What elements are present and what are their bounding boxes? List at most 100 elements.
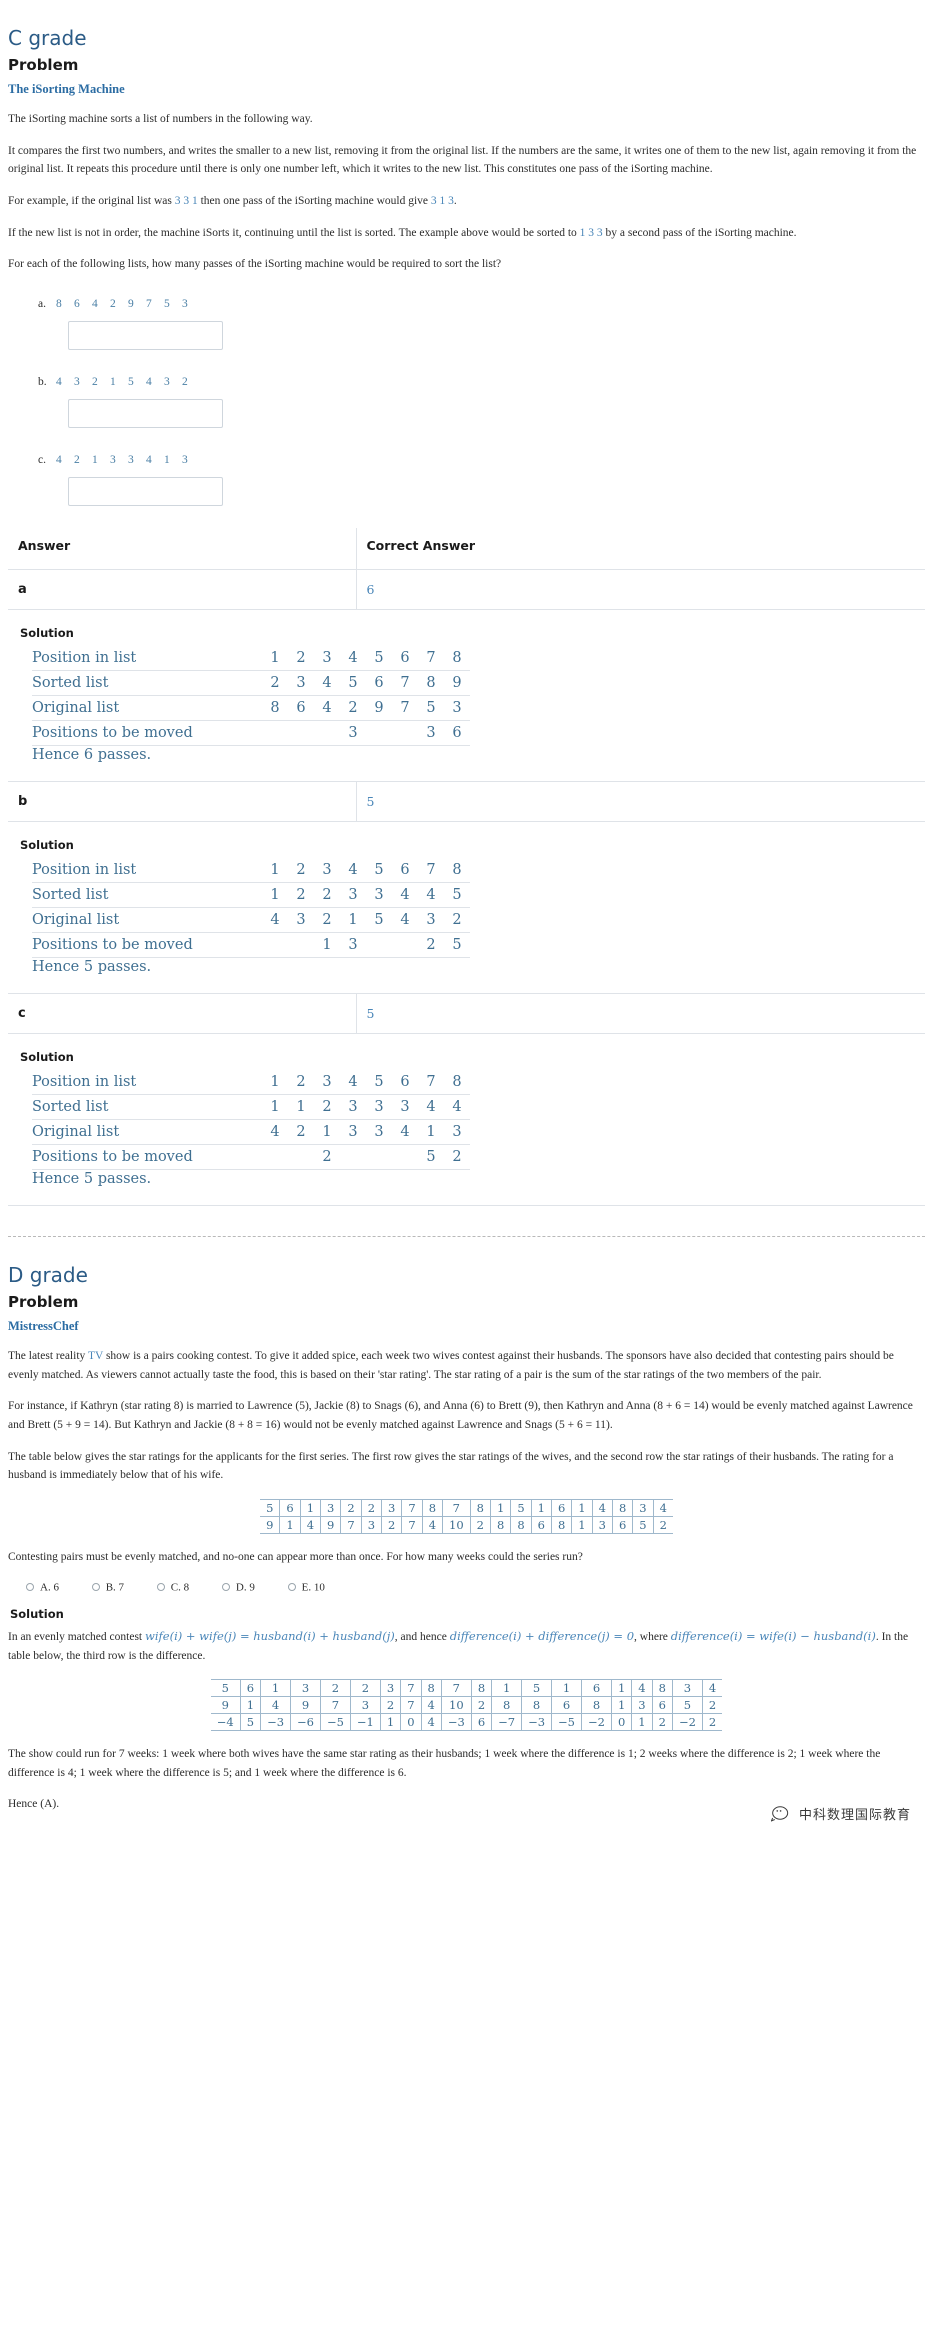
paragraph-d-instance: For instance, if Kathryn (star rating 8)… — [8, 1400, 913, 1431]
solution-cell — [288, 1144, 314, 1171]
solution-cell: 8 — [444, 1070, 470, 1096]
solution-table-c: Position in list 1 2 3 4 5 6 7 8 Sorted … — [32, 1070, 470, 1171]
question-label-b: b. — [38, 375, 47, 388]
grid-cell: 2 — [379, 1696, 401, 1714]
choice-b-letter: B. — [105, 1580, 116, 1593]
solution-cell: 2 — [288, 1070, 314, 1096]
sol-formula-2: difference(i) + difference(j) = 0 — [449, 1628, 635, 1643]
grid-cell: 6 — [470, 1713, 492, 1732]
solution-cell: 5 — [366, 645, 392, 671]
solution-cell: 3 — [366, 1094, 392, 1121]
solution-cell: 1 — [262, 857, 288, 883]
grid-cell: 1 — [610, 1696, 632, 1714]
grid-cell: 2 — [319, 1679, 351, 1697]
d-intro-post: show is a pairs cooking contest. To give… — [8, 1350, 894, 1381]
paragraph-example: For example, if the original list was 3 … — [8, 192, 925, 211]
grid-cell: −3 — [440, 1713, 472, 1732]
grid-cell: 5 — [510, 1498, 532, 1517]
solution-cell-b: Solution Position in list 1 2 3 4 5 6 7 … — [8, 821, 925, 995]
grid-cell: 7 — [319, 1696, 351, 1714]
choice-e[interactable]: E. 10 — [287, 1581, 325, 1593]
solution-cell: 1 — [262, 882, 288, 908]
solution-cell — [340, 1144, 366, 1171]
grid-cell: 5 — [210, 1679, 241, 1697]
solution-cell — [262, 932, 288, 959]
star-ratings-table: 5 6 1 3 2 2 3 7 8 7 8 1 5 1 6 1 4 8 3 4 … — [260, 1498, 673, 1534]
grid-cell: 7 — [401, 1515, 423, 1534]
page-title-c-grade: C grade — [8, 26, 87, 50]
example-list-2: 3 1 3 — [430, 194, 454, 207]
table-row: Sorted list 1 1 2 3 3 3 4 4 — [32, 1094, 470, 1121]
solution-row-label: Position in list — [32, 857, 262, 883]
solution-row-label: Original list — [32, 907, 262, 933]
grid-cell: 1 — [279, 1515, 301, 1534]
solution-table-b: Position in list 1 2 3 4 5 6 7 8 Sorted … — [32, 857, 470, 959]
answer-input-c[interactable] — [68, 476, 223, 506]
solution-cell: 8 — [262, 695, 288, 721]
solution-cell: 1 — [314, 932, 340, 959]
choice-c[interactable]: C. 8 — [156, 1581, 189, 1593]
star-ratings-table-wrap: 5 6 1 3 2 2 3 7 8 7 8 1 5 1 6 1 4 8 3 4 … — [8, 1498, 925, 1534]
solution-conclusion-a: Hence 6 passes. — [32, 746, 152, 763]
solution-cell: 4 — [418, 882, 444, 908]
radio-icon[interactable] — [91, 1582, 100, 1591]
grid-cell: 2 — [652, 1515, 673, 1534]
grid-cell: 9 — [290, 1696, 321, 1714]
solution-row-label: Positions to be moved — [32, 932, 262, 959]
grid-cell: 9 — [210, 1696, 241, 1714]
grid-cell: 8 — [651, 1679, 673, 1697]
table-row: Sorted list 1 2 2 3 3 4 4 5 — [32, 882, 470, 908]
grid-cell: 8 — [491, 1696, 522, 1714]
grid-cell: 3 — [591, 1515, 613, 1534]
solution-cell: 1 — [340, 907, 366, 933]
solution-cell: 4 — [444, 1094, 470, 1121]
paragraph-procedure: It compares the first two numbers, and w… — [8, 144, 917, 176]
grid-cell: −1 — [349, 1713, 381, 1732]
choice-d[interactable]: D. 9 — [221, 1581, 255, 1593]
solution-cell: 2 — [288, 1119, 314, 1146]
radio-icon[interactable] — [221, 1582, 230, 1591]
problem-heading-d: Problem — [8, 1293, 79, 1312]
grid-cell: 8 — [420, 1679, 442, 1697]
choice-a[interactable]: A. 6 — [26, 1581, 59, 1593]
solution-cell: 6 — [392, 645, 418, 671]
radio-icon[interactable] — [287, 1582, 296, 1591]
grid-cell: 1 — [571, 1515, 593, 1534]
list-item: c. 4 2 1 3 3 4 1 3 — [38, 450, 925, 506]
table-row: b 5 — [8, 781, 925, 822]
paragraph-d-intro: The latest reality TV show is a pairs co… — [8, 1347, 925, 1384]
grid-cell: 8 — [550, 1515, 572, 1534]
solution-cell: 4 — [314, 670, 340, 696]
solution-row-label: Positions to be moved — [32, 1144, 262, 1171]
answer-input-a[interactable] — [68, 320, 223, 350]
question-label-c: c. — [38, 453, 46, 466]
wives-row: 5 6 1 3 2 2 3 7 8 7 8 1 5 1 6 1 4 8 3 4 — [260, 1498, 673, 1517]
grid-cell: 2 — [340, 1498, 362, 1517]
solution-cell: 5 — [444, 932, 470, 959]
table-row: Positions to be moved 3 3 6 — [32, 720, 470, 746]
grid-cell: 5 — [521, 1679, 552, 1697]
grid-cell: −3 — [260, 1713, 291, 1732]
radio-icon[interactable] — [156, 1582, 165, 1591]
paragraph-question: For each of the following lists, how man… — [8, 258, 502, 271]
grid-cell: 4 — [260, 1696, 291, 1714]
solution-cell: 3 — [366, 1119, 392, 1146]
grid-cell: 7 — [440, 1679, 472, 1697]
solution-cell: 3 — [340, 720, 366, 746]
radio-icon[interactable] — [26, 1582, 34, 1591]
choice-b[interactable]: B. 7 — [91, 1580, 124, 1593]
solution-block-b: Position in list 1 2 3 4 5 6 7 8 Sorted … — [18, 857, 915, 975]
grid-cell: 3 — [631, 1696, 653, 1714]
solution-heading-d: Solution — [10, 1606, 64, 1621]
answer-input-b[interactable] — [68, 398, 223, 428]
solution-cell — [288, 932, 314, 959]
grid-cell: 2 — [381, 1515, 402, 1534]
answer-key-c: c — [8, 993, 357, 1034]
solution-cell: 6 — [366, 670, 392, 696]
solution-cell — [366, 932, 392, 959]
solution-cell: 4 — [314, 695, 340, 721]
sol-mid-2: , where — [634, 1630, 671, 1643]
solution-cell — [288, 720, 314, 746]
solution-cell-a: Solution Position in list 1 2 3 4 5 6 7 … — [8, 609, 925, 782]
grid-cell: 1 — [379, 1713, 401, 1732]
